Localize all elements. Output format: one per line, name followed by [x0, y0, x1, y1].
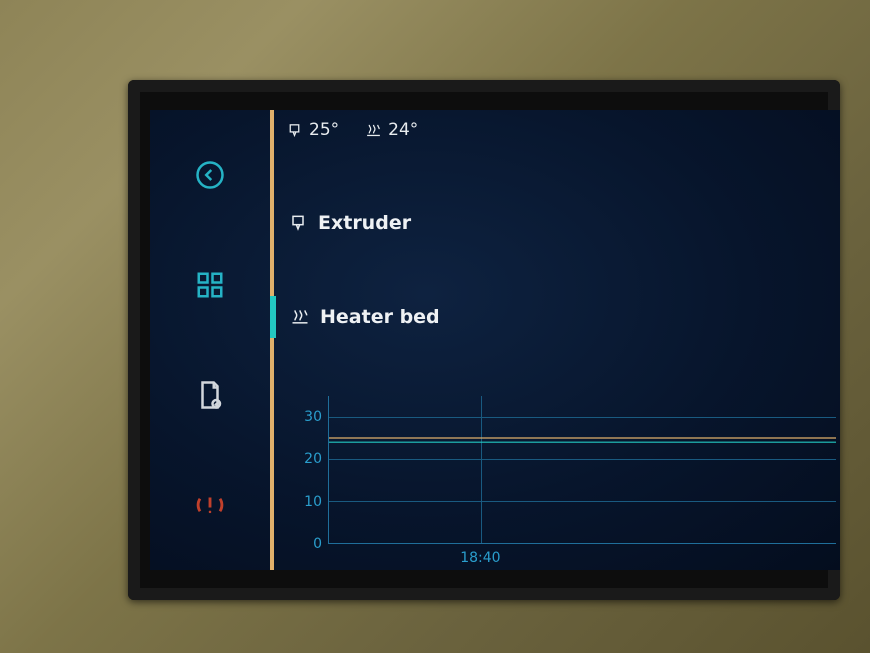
heater-bed-label: Heater bed — [320, 306, 440, 328]
screen-bezel: 25° 24° Extruder — [128, 80, 840, 600]
heater-extruder-row[interactable]: Extruder — [274, 202, 840, 244]
status-bed[interactable]: 24° — [365, 120, 418, 140]
heater-bed-row[interactable]: Heater bed — [270, 296, 840, 338]
nav-home-button[interactable] — [188, 263, 232, 307]
chart-plot-area — [328, 396, 836, 544]
chart-ytick: 10 — [292, 494, 322, 510]
lcd-screen: 25° 24° Extruder — [150, 110, 840, 570]
main-panel: 25° 24° Extruder — [270, 110, 840, 570]
nav-emergency-stop-button[interactable] — [188, 483, 232, 527]
spacer — [274, 144, 840, 202]
grid-icon — [195, 270, 225, 300]
status-bed-temp: 24° — [388, 120, 418, 140]
heater-extruder-label: Extruder — [318, 212, 411, 234]
emergency-stop-icon — [195, 490, 225, 520]
status-extruder[interactable]: 25° — [286, 120, 339, 140]
chart-ytick: 30 — [292, 409, 322, 425]
back-icon — [195, 160, 225, 190]
chart-xtick: 18:40 — [460, 550, 500, 566]
status-bar: 25° 24° — [274, 116, 840, 144]
chart-series — [329, 396, 836, 543]
extruder-icon — [286, 122, 303, 139]
spacer — [274, 244, 840, 296]
chart-ytick: 20 — [292, 451, 322, 467]
file-icon — [195, 380, 225, 410]
nav-files-button[interactable] — [188, 373, 232, 417]
status-extruder-temp: 25° — [309, 120, 339, 140]
bed-icon — [365, 122, 382, 139]
extruder-icon — [288, 213, 308, 233]
device-bezel: 25° 24° Extruder — [0, 0, 870, 653]
temperature-chart: 0 10 20 30 18:40 — [292, 396, 840, 568]
side-nav — [150, 110, 270, 570]
bed-icon — [290, 307, 310, 327]
nav-back-button[interactable] — [188, 153, 232, 197]
chart-ytick: 0 — [292, 536, 322, 552]
